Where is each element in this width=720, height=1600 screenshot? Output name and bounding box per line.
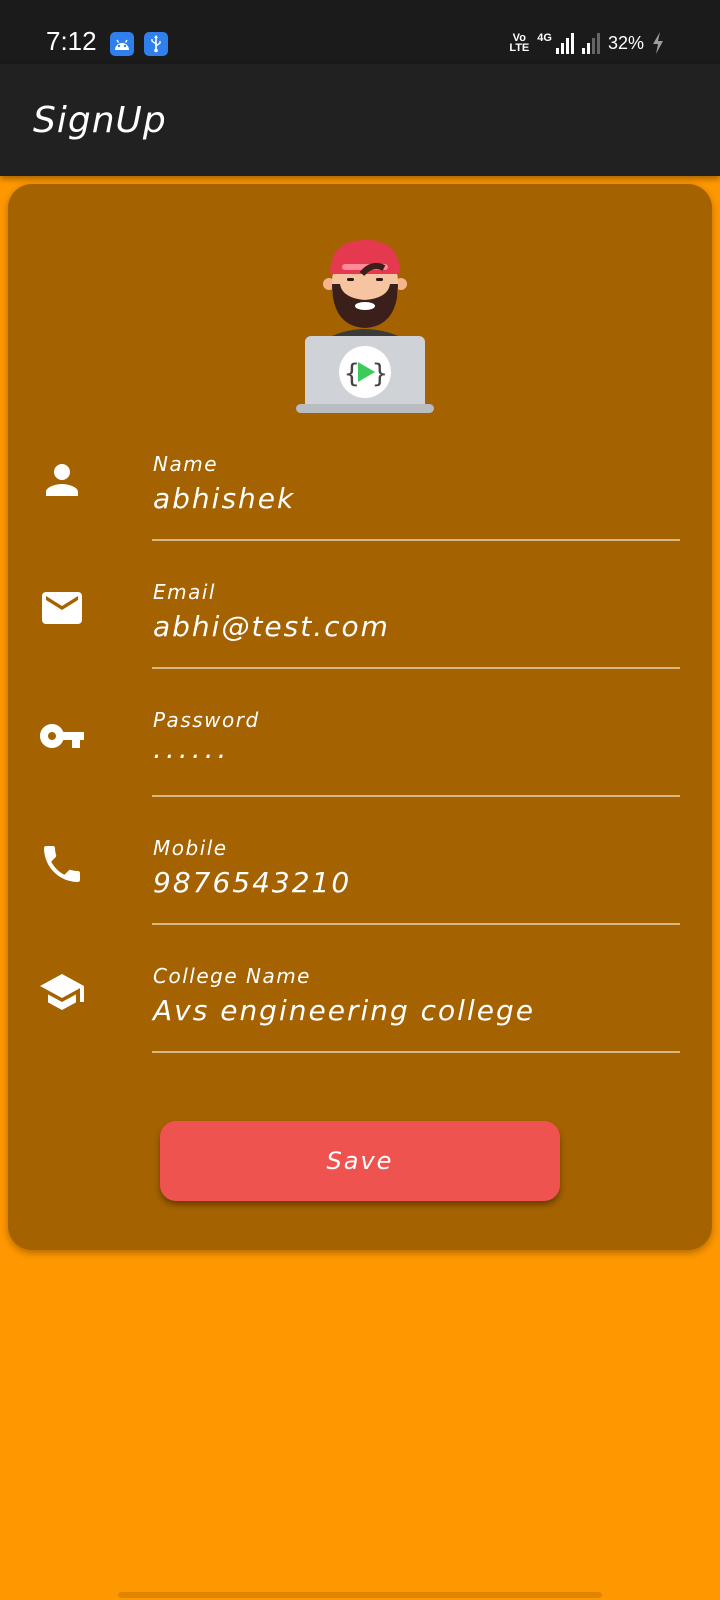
app-bar: SignUp [0, 64, 720, 176]
email-input[interactable]: abhi@test.com [153, 610, 390, 643]
status-time: 7:12 [46, 26, 97, 56]
battery-percent: 32% [607, 32, 644, 53]
battery-charging-icon [653, 32, 663, 54]
signal-icon [555, 32, 574, 54]
volte-indicator: Vo LTE [509, 32, 530, 54]
svg-text:}: } [372, 359, 388, 389]
name-input[interactable]: abhishek [153, 482, 295, 515]
mobile-label: Mobile [153, 836, 228, 860]
network-type: 4G [537, 32, 552, 44]
person-icon [46, 464, 78, 496]
signup-card: { } Name abhishek Email abhi@test.com Pa… [8, 184, 712, 1250]
signal-icon-secondary [581, 32, 600, 54]
page-title: SignUp [33, 100, 167, 141]
email-icon [42, 592, 82, 624]
college-name-label: College Name [153, 964, 311, 988]
email-underline [152, 667, 680, 669]
graduation-cap-icon [40, 974, 84, 1010]
mobile-underline [152, 923, 680, 925]
developer-avatar-icon: { } [296, 240, 434, 413]
name-underline [152, 539, 680, 541]
password-label: Password [153, 708, 260, 732]
college-name-input[interactable]: Avs engineering college [153, 994, 535, 1027]
email-label: Email [153, 580, 216, 604]
mobile-field[interactable]: Mobile 9876543210 [8, 816, 712, 944]
name-field[interactable]: Name abhishek [8, 432, 712, 560]
name-label: Name [153, 452, 219, 476]
android-icon [110, 32, 134, 56]
navigation-gesture-bar[interactable] [118, 1592, 602, 1598]
phone-icon [44, 846, 80, 882]
password-field[interactable]: Password ...... [8, 688, 712, 816]
status-indicators: Vo LTE 4G 32% [509, 30, 664, 56]
svg-text:{: { [344, 359, 360, 389]
password-underline [152, 795, 680, 797]
usb-icon [144, 32, 168, 56]
college-name-underline [152, 1051, 680, 1053]
save-button[interactable]: Save [160, 1121, 560, 1201]
college-name-field[interactable]: College Name Avs engineering college [8, 944, 712, 1072]
status-bar: 7:12 Vo LTE 4G 32% [0, 0, 720, 64]
mobile-input[interactable]: 9876543210 [153, 866, 351, 899]
password-input[interactable]: ...... [153, 732, 230, 765]
key-icon [40, 724, 84, 748]
email-field[interactable]: Email abhi@test.com [8, 560, 712, 688]
